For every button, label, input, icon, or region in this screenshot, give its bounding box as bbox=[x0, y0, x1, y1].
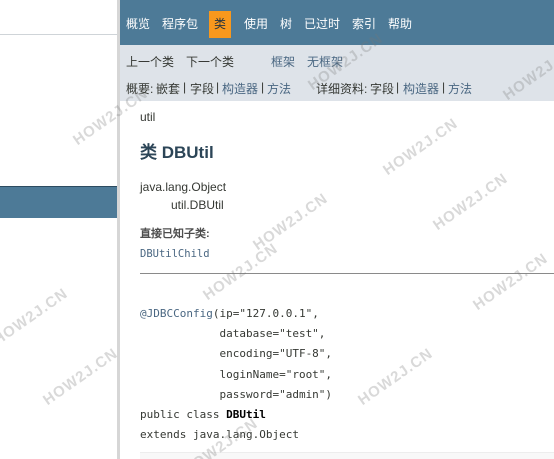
nav-use[interactable]: 使用 bbox=[244, 17, 268, 31]
signature-text: (ip="127.0.0.1", bbox=[212, 307, 319, 320]
nav-class-active: 类 bbox=[209, 11, 232, 38]
nav-deprecated[interactable]: 已过时 bbox=[304, 17, 340, 31]
detail-method-link[interactable]: 方法 bbox=[448, 80, 472, 97]
class-declaration: public class DBUtil bbox=[140, 405, 332, 425]
no-frames-link[interactable]: 无框架 bbox=[307, 53, 343, 70]
left-frame-divider bbox=[0, 34, 117, 35]
member-summary-block bbox=[140, 452, 554, 459]
summary-constructor-link[interactable]: 构造器 bbox=[222, 80, 258, 97]
class-name: DBUtil bbox=[226, 408, 266, 422]
subclasses-heading: 直接已知子类: bbox=[140, 228, 210, 240]
hierarchy-child: util.DBUtil bbox=[171, 198, 224, 212]
subclass-link[interactable]: DBUtilChild bbox=[140, 248, 210, 260]
signature-line: password="admin") bbox=[140, 387, 333, 401]
summary-method-link[interactable]: 方法 bbox=[267, 80, 291, 97]
nav-overview[interactable]: 概览 bbox=[126, 17, 150, 31]
hierarchy-parent: java.lang.Object bbox=[140, 180, 227, 194]
nav-tree[interactable]: 树 bbox=[280, 17, 292, 31]
summary-label: 概要: bbox=[126, 82, 154, 96]
package-label: util bbox=[140, 110, 156, 124]
separator: | bbox=[216, 80, 220, 94]
separator: | bbox=[261, 80, 265, 94]
next-class-label: 下一个类 bbox=[186, 55, 235, 69]
summary-nested: 嵌套 bbox=[156, 82, 181, 96]
class-signature: @JDBCConfig(ip="127.0.0.1", database="te… bbox=[140, 304, 332, 445]
declaration-prefix: public class bbox=[140, 408, 227, 422]
top-navbar: 概览 程序包 类 使用 树 已过时 索引 帮助 bbox=[120, 0, 554, 45]
signature-line: encoding="UTF-8", bbox=[140, 347, 333, 361]
divider bbox=[140, 273, 554, 274]
sub-navbar: 上一个类 下一个类 框架 无框架 概要: 嵌套 | 字段 | 构造器 | 方法 … bbox=[120, 45, 554, 101]
detail-constructor-link[interactable]: 构造器 bbox=[403, 80, 439, 97]
detail-label: 详细资料: bbox=[316, 82, 368, 96]
frames-link[interactable]: 框架 bbox=[271, 53, 295, 70]
left-frame bbox=[0, 0, 117, 459]
detail-field: 字段 bbox=[370, 82, 395, 96]
nav-package[interactable]: 程序包 bbox=[162, 17, 198, 31]
nav-help[interactable]: 帮助 bbox=[388, 17, 412, 31]
annotation-link[interactable]: @JDBCConfig bbox=[140, 307, 213, 320]
nav-index[interactable]: 索引 bbox=[352, 17, 376, 31]
separator: | bbox=[396, 80, 400, 94]
signature-line: database="test", bbox=[140, 327, 326, 341]
signature-line: @JDBCConfig(ip="127.0.0.1", bbox=[140, 304, 332, 324]
page-title: 类 DBUtil bbox=[140, 143, 214, 162]
signature-line: loginName="root", bbox=[140, 367, 333, 381]
prev-class-label: 上一个类 bbox=[126, 55, 175, 69]
summary-field: 字段 bbox=[190, 82, 215, 96]
extends-clause: extends java.lang.Object bbox=[140, 428, 299, 442]
separator: | bbox=[183, 80, 187, 94]
separator: | bbox=[442, 80, 446, 94]
left-frame-selected-bar[interactable] bbox=[0, 187, 117, 218]
class-doc-frame: 概览 程序包 类 使用 树 已过时 索引 帮助 上一个类 下一个类 框架 无框架… bbox=[120, 0, 554, 459]
